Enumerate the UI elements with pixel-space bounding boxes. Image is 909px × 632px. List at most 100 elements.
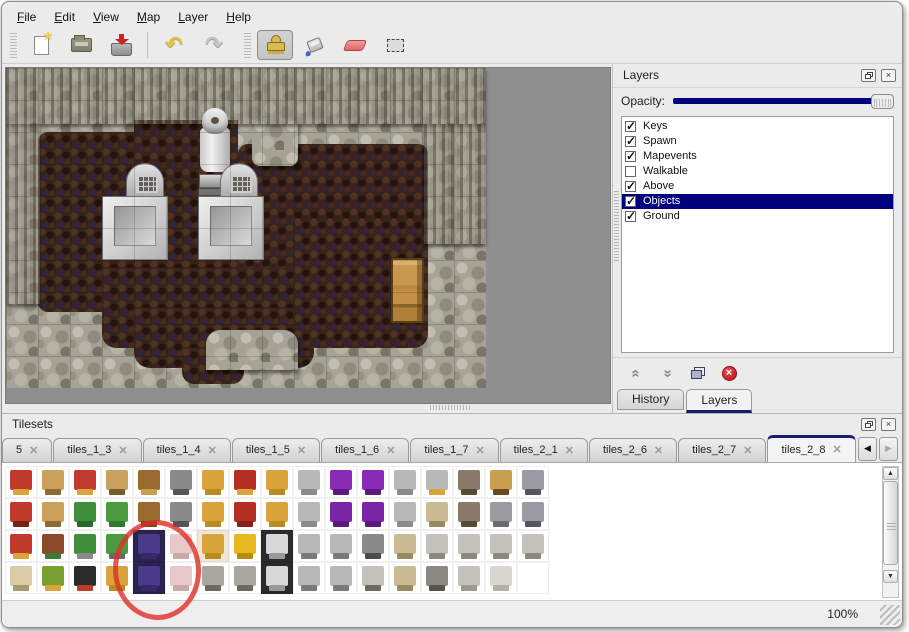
tile-block-light[interactable] bbox=[485, 562, 517, 594]
dock-tab[interactable]: Layers bbox=[686, 389, 752, 413]
tile-statue-hood[interactable] bbox=[261, 530, 293, 562]
tile-armor-helm[interactable] bbox=[517, 466, 549, 498]
tile-banner-emblem[interactable] bbox=[5, 530, 37, 562]
menu-item[interactable]: Edit bbox=[45, 8, 84, 26]
save-button[interactable] bbox=[103, 30, 139, 60]
float-panel-button[interactable] bbox=[861, 69, 876, 82]
tile-obelisk-small[interactable] bbox=[389, 562, 421, 594]
close-tab-icon[interactable]: ✕ bbox=[386, 444, 395, 457]
tileset-tab[interactable]: tiles_1_5 ✕ bbox=[232, 438, 320, 462]
tile-throne-purple-back-l[interactable] bbox=[325, 466, 357, 498]
stamp-tool-button[interactable] bbox=[257, 30, 293, 60]
layer-visibility-checkbox[interactable] bbox=[625, 211, 636, 222]
opacity-slider-handle[interactable] bbox=[871, 94, 894, 109]
tile-statue-base[interactable] bbox=[261, 562, 293, 594]
select-tool-button[interactable] bbox=[377, 30, 413, 60]
tile-block-gray[interactable] bbox=[517, 530, 549, 562]
scroll-tabs-right-button[interactable]: ▶ bbox=[879, 437, 898, 461]
map-canvas[interactable] bbox=[5, 67, 611, 404]
tileset-tab[interactable]: tiles_2_8 ✕ bbox=[767, 435, 855, 462]
toolbar-drag-handle[interactable] bbox=[244, 32, 251, 58]
close-tab-icon[interactable]: ✕ bbox=[29, 444, 38, 457]
tile-throne-arm-left-b[interactable] bbox=[197, 498, 229, 530]
close-tab-icon[interactable]: ✕ bbox=[743, 444, 752, 457]
close-tab-icon[interactable]: ✕ bbox=[297, 444, 306, 457]
tile-pillar-post[interactable] bbox=[421, 562, 453, 594]
tile-banner-red-tip[interactable] bbox=[5, 498, 37, 530]
close-tab-icon[interactable]: ✕ bbox=[208, 444, 217, 457]
tile-column-left[interactable] bbox=[293, 466, 325, 498]
tileset-vertical-scrollbar[interactable]: ▲ ▼ bbox=[882, 466, 899, 598]
layer-visibility-checkbox[interactable] bbox=[625, 166, 636, 177]
close-panel-button[interactable]: × bbox=[881, 69, 896, 82]
layer-row[interactable]: Above bbox=[622, 179, 893, 194]
tileset-tab[interactable]: tiles_2_7 ✕ bbox=[678, 438, 766, 462]
tile-throne-arm-left[interactable] bbox=[197, 466, 229, 498]
tile-palm-top[interactable] bbox=[69, 498, 101, 530]
open-button[interactable] bbox=[63, 30, 99, 60]
lower-layer-button[interactable]: « bbox=[654, 361, 680, 385]
tile-vanity-table[interactable] bbox=[101, 466, 133, 498]
delete-layer-button[interactable]: × bbox=[716, 361, 742, 385]
scroll-down-arrow[interactable]: ▼ bbox=[883, 570, 898, 583]
tile-pedestal-r[interactable] bbox=[325, 562, 357, 594]
tile-column-right[interactable] bbox=[389, 466, 421, 498]
close-tab-icon[interactable]: ✕ bbox=[475, 444, 484, 457]
tile-door-wood-bottom[interactable] bbox=[133, 498, 165, 530]
close-panel-button[interactable]: × bbox=[881, 418, 896, 431]
tile-column-right-b[interactable] bbox=[389, 498, 421, 530]
tile-tapestry-tan[interactable] bbox=[5, 562, 37, 594]
scrollbar-thumb[interactable] bbox=[883, 481, 898, 565]
tile-loom-rack-b[interactable] bbox=[37, 498, 69, 530]
tile-block-stone[interactable] bbox=[453, 562, 485, 594]
tile-gate-stone-bottom[interactable] bbox=[165, 498, 197, 530]
menu-item[interactable]: View bbox=[84, 8, 128, 26]
tileset-tab[interactable]: tiles_1_7 ✕ bbox=[410, 438, 498, 462]
tile-stool-red[interactable] bbox=[69, 466, 101, 498]
new-file-button[interactable]: ★ bbox=[23, 30, 59, 60]
tile-shelf-wood-b[interactable] bbox=[453, 498, 485, 530]
tile-pedestal-l[interactable] bbox=[293, 562, 325, 594]
tile-pillar-cap-c[interactable] bbox=[485, 530, 517, 562]
tile-cloth-pink[interactable] bbox=[165, 530, 197, 562]
tile-door-purple-top[interactable] bbox=[133, 530, 165, 562]
tile-gate-stone-top[interactable] bbox=[165, 466, 197, 498]
tile-cloth-pink-b[interactable] bbox=[165, 562, 197, 594]
scroll-up-arrow[interactable]: ▲ bbox=[883, 467, 898, 480]
tile-gargoyle-right[interactable] bbox=[325, 530, 357, 562]
dock-tab[interactable]: History bbox=[617, 389, 684, 410]
undo-button[interactable]: ↶ bbox=[156, 30, 192, 60]
tile-armor-body[interactable] bbox=[517, 498, 549, 530]
layer-row[interactable]: Objects bbox=[622, 194, 893, 209]
tile-cross-gold[interactable] bbox=[101, 562, 133, 594]
layer-row[interactable]: Mapevents bbox=[622, 149, 893, 164]
tile-rock-pile-r[interactable] bbox=[229, 562, 261, 594]
tile-door-wood-top[interactable] bbox=[133, 466, 165, 498]
tile-empty[interactable] bbox=[517, 562, 549, 594]
tileset-tab[interactable]: tiles_2_6 ✕ bbox=[589, 438, 677, 462]
tileset-tab[interactable]: tiles_1_4 ✕ bbox=[143, 438, 231, 462]
float-panel-button[interactable] bbox=[861, 418, 876, 431]
tile-banner-red-top[interactable] bbox=[5, 466, 37, 498]
tile-gargoyle-dark[interactable] bbox=[357, 530, 389, 562]
tile-portrait-king[interactable] bbox=[421, 466, 453, 498]
duplicate-layer-button[interactable] bbox=[685, 361, 711, 385]
tile-throne-red-seat[interactable] bbox=[229, 498, 261, 530]
close-tab-icon[interactable]: ✕ bbox=[654, 444, 663, 457]
close-tab-icon[interactable]: ✕ bbox=[565, 444, 574, 457]
map-horizontal-scrollbar[interactable] bbox=[6, 404, 612, 412]
menu-item[interactable]: Map bbox=[128, 8, 169, 26]
eraser-tool-button[interactable] bbox=[337, 30, 373, 60]
tile-shelf-dark-stool[interactable] bbox=[69, 562, 101, 594]
menu-item[interactable]: Layer bbox=[169, 8, 217, 26]
close-tab-icon[interactable]: ✕ bbox=[833, 443, 842, 456]
tile-bookshelf[interactable] bbox=[37, 530, 69, 562]
layer-row[interactable]: Spawn bbox=[622, 134, 893, 149]
tile-armor-pile[interactable] bbox=[485, 498, 517, 530]
menu-item[interactable]: Help bbox=[217, 8, 260, 26]
tileset-tab[interactable]: tiles_1_6 ✕ bbox=[321, 438, 409, 462]
raise-layer-button[interactable]: « bbox=[623, 361, 649, 385]
tile-throne-purple-back-r[interactable] bbox=[357, 466, 389, 498]
tileset-tab[interactable]: tiles_1_3 ✕ bbox=[53, 438, 141, 462]
tile-plant-top[interactable] bbox=[101, 498, 133, 530]
